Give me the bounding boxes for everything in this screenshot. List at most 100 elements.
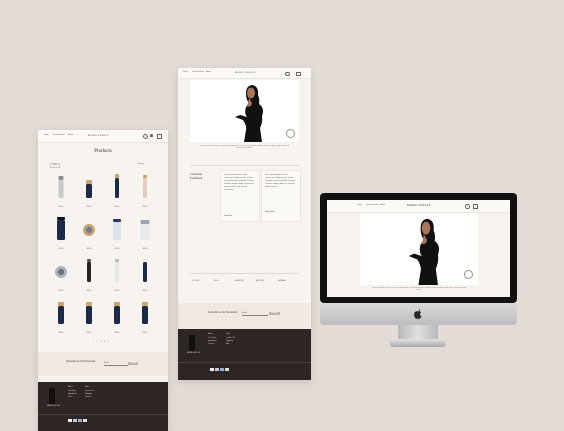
- product-name[interactable]: Luxury Skincare Product: [134, 287, 156, 289]
- product-name[interactable]: Luxury Skincare Product: [50, 329, 72, 331]
- product-price: $98.00: [58, 333, 64, 334]
- footer-col-about-title: About: [208, 333, 213, 335]
- product-image[interactable]: [115, 178, 119, 198]
- product-name[interactable]: Luxury Skincare Product: [106, 203, 128, 205]
- product-name[interactable]: Luxury Skincare Product: [134, 203, 156, 205]
- user-icon[interactable]: [150, 134, 153, 137]
- product-card[interactable]: Luxury Skincare Product $98.00: [50, 212, 72, 250]
- product-card[interactable]: Luxury Skincare Product $98.00: [106, 296, 128, 334]
- product-card[interactable]: Luxury Skincare Product $98.00: [78, 212, 100, 250]
- nav-about[interactable]: About: [380, 204, 385, 207]
- testimonial-author: Jane Doe: [224, 215, 233, 217]
- product-price: $98.00: [142, 291, 148, 292]
- product-card[interactable]: Luxury Skincare Product $98.00: [106, 170, 128, 208]
- footer-link[interactable]: Press: [68, 396, 73, 399]
- product-card[interactable]: Luxury Skincare Product $98.00: [78, 254, 100, 292]
- product-image[interactable]: [143, 262, 147, 282]
- apple-logo-icon: [414, 309, 422, 319]
- pay-icon: [225, 368, 229, 371]
- product-card[interactable]: Luxury Skincare Product $98.00: [134, 254, 156, 292]
- product-image[interactable]: [86, 184, 92, 198]
- product-card[interactable]: Luxury Skincare Product $98.00: [50, 170, 72, 208]
- imac-screen: MARIE EDELLE Shop Professionals About Lo…: [327, 200, 510, 297]
- nav-professionals[interactable]: Professionals: [192, 71, 204, 74]
- product-card[interactable]: Luxury Skincare Product $98.00: [78, 296, 100, 334]
- nav-professionals[interactable]: Professionals: [53, 134, 65, 137]
- search-icon[interactable]: [143, 134, 148, 139]
- testimonial-nav-arrows[interactable]: ‹ ›: [190, 186, 195, 189]
- product-card[interactable]: Luxury Skincare Product $98.00: [50, 296, 72, 334]
- product-card[interactable]: Luxury Skincare Product $98.00: [78, 170, 100, 208]
- product-name[interactable]: Luxury Skincare Product: [50, 245, 72, 247]
- product-card[interactable]: Luxury Skincare Product $98.00: [134, 296, 156, 334]
- product-image[interactable]: [113, 222, 121, 240]
- product-image[interactable]: [140, 224, 150, 240]
- product-name[interactable]: Luxury Skincare Product: [78, 245, 100, 247]
- product-image[interactable]: [58, 180, 64, 198]
- product-image[interactable]: [114, 306, 120, 324]
- nav-professionals[interactable]: Professionals: [366, 204, 378, 207]
- footer-logo[interactable]: MARIE EDELLE: [187, 352, 200, 355]
- bag-icon[interactable]: [473, 204, 478, 209]
- product-name[interactable]: Luxury Skincare Product: [78, 329, 100, 331]
- product-price: $98.00: [142, 333, 148, 334]
- product-image[interactable]: [83, 224, 95, 236]
- footer-link[interactable]: Careers: [208, 343, 214, 346]
- sort-select[interactable]: Sort by: [138, 163, 144, 166]
- product-image[interactable]: [142, 306, 148, 324]
- nav-shop[interactable]: Shop: [357, 204, 362, 207]
- nav-about[interactable]: About: [206, 71, 211, 74]
- nav-shop[interactable]: Shop: [44, 134, 49, 137]
- pagination[interactable]: 1 2 3 4 5: [93, 341, 110, 344]
- visa-icon: [210, 368, 214, 371]
- footer-link[interactable]: Returns: [85, 396, 91, 399]
- bag-icon[interactable]: [157, 134, 162, 139]
- footer-link[interactable]: FAQ: [226, 343, 230, 346]
- footer-model-image: [189, 335, 195, 351]
- page-title: Products: [94, 149, 112, 154]
- submit-button[interactable]: Submit: [269, 311, 280, 315]
- product-image[interactable]: [143, 178, 147, 198]
- play-button[interactable]: [464, 270, 473, 279]
- imac-chin: [320, 303, 517, 325]
- search-icon[interactable]: [465, 204, 470, 209]
- product-card[interactable]: Luxury Skincare Product $98.00: [106, 254, 128, 292]
- nav-shop[interactable]: Shop: [183, 71, 188, 74]
- play-button[interactable]: [286, 129, 295, 138]
- testimonial-author: John Smith: [265, 211, 275, 213]
- product-card[interactable]: Luxury Skincare Product $98.00: [50, 254, 72, 292]
- product-name[interactable]: Luxury Skincare Product: [50, 203, 72, 205]
- product-image[interactable]: [86, 306, 92, 324]
- email-field[interactable]: Email: [104, 362, 128, 366]
- product-card[interactable]: Luxury Skincare Product $98.00: [134, 212, 156, 250]
- product-card[interactable]: Luxury Skincare Product $98.00: [106, 212, 128, 250]
- brand-logo[interactable]: MARIE EDELLE: [88, 134, 109, 137]
- product-name[interactable]: Luxury Skincare Product: [134, 329, 156, 331]
- product-image[interactable]: [115, 262, 119, 282]
- product-name[interactable]: Luxury Skincare Product: [106, 329, 128, 331]
- press-logo: BAZAAR: [278, 280, 287, 282]
- filter-button[interactable]: Filter: [50, 163, 61, 168]
- submit-button[interactable]: Submit: [128, 361, 138, 365]
- email-field[interactable]: Email: [242, 312, 268, 316]
- bag-icon[interactable]: [296, 71, 301, 76]
- press-logo: GLAMOUR: [234, 280, 245, 282]
- product-image[interactable]: [57, 220, 65, 240]
- footer-logo[interactable]: MARIE EDELLE: [47, 405, 60, 408]
- product-image[interactable]: [87, 262, 91, 282]
- product-name[interactable]: Luxury Skincare Product: [106, 245, 128, 247]
- product-name[interactable]: Luxury Skincare Product: [106, 287, 128, 289]
- product-card[interactable]: Luxury Skincare Product $98.00: [134, 170, 156, 208]
- product-image[interactable]: [55, 266, 67, 278]
- product-name[interactable]: Luxury Skincare Product: [78, 287, 100, 289]
- product-image[interactable]: [58, 306, 64, 324]
- brand-logo[interactable]: MARIE EDELLE: [235, 71, 256, 74]
- search-icon[interactable]: [285, 71, 290, 76]
- product-name[interactable]: Luxury Skincare Product: [50, 287, 72, 289]
- footer-model-image: [49, 388, 55, 404]
- newsletter-heading: Subscribe to Our Newsletter: [66, 360, 96, 363]
- product-name[interactable]: Luxury Skincare Product: [78, 203, 100, 205]
- nav-about[interactable]: About: [68, 134, 73, 137]
- brand-logo[interactable]: MARIE EDELLE: [407, 204, 431, 207]
- product-name[interactable]: Luxury Skincare Product: [134, 245, 156, 247]
